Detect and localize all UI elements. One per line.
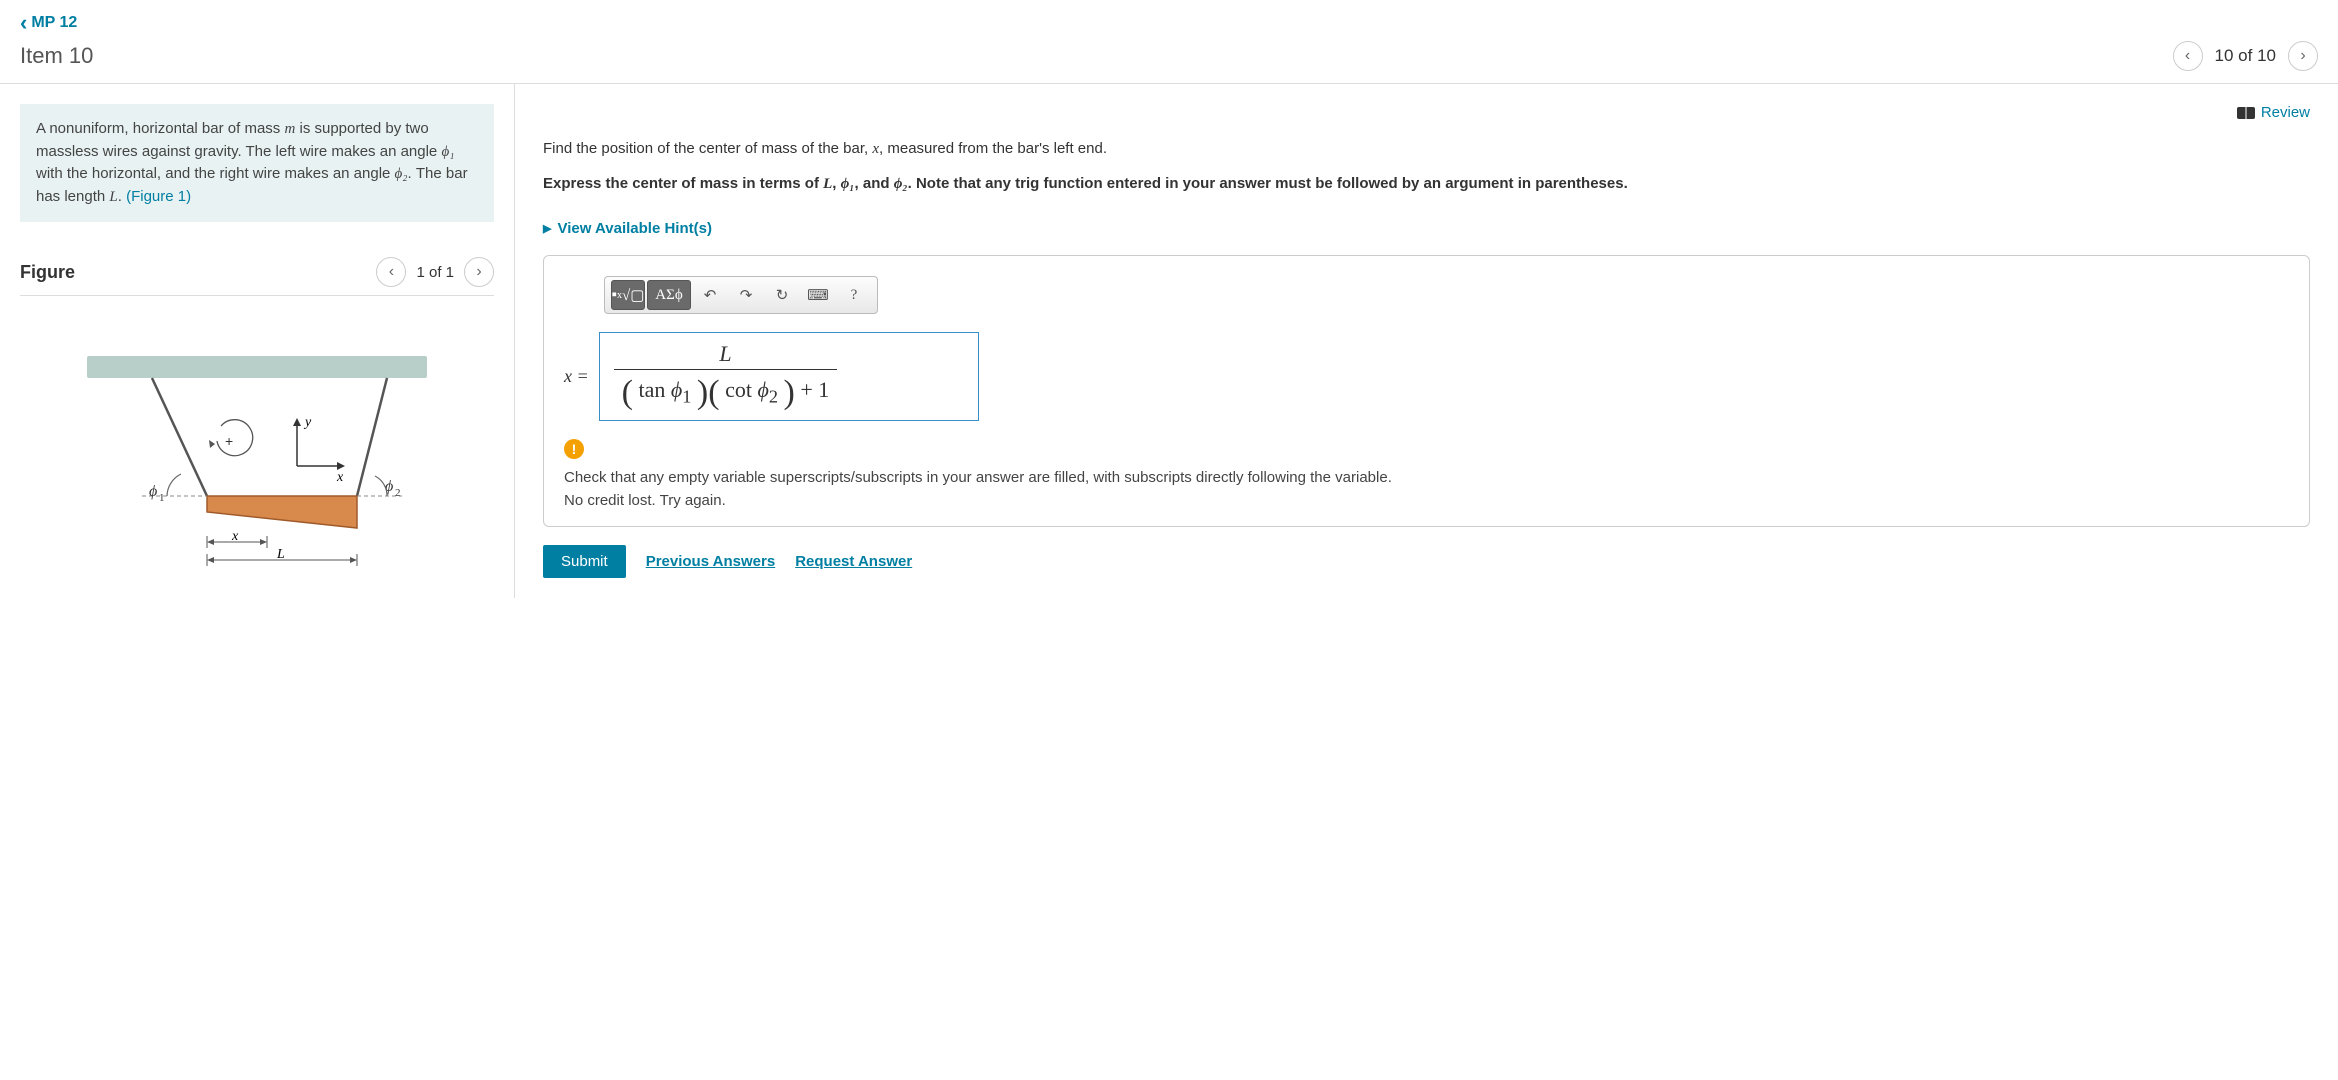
L-symbol: L bbox=[109, 189, 117, 205]
prompt-text: , bbox=[832, 175, 840, 192]
answer-label: x = bbox=[564, 366, 589, 387]
item-bar: Item 10 ‹ 10 of 10 › bbox=[0, 41, 2338, 84]
svg-text:x: x bbox=[231, 529, 239, 544]
phi-var: ϕ bbox=[757, 377, 768, 402]
numerator: L bbox=[614, 341, 838, 369]
phi2-symbol: ϕ₂ bbox=[395, 166, 408, 182]
prompt-line-2: Express the center of mass in terms of L… bbox=[543, 172, 2310, 196]
review-link[interactable]: Review bbox=[2237, 104, 2310, 121]
template-button[interactable]: ▪x√▢ bbox=[611, 280, 645, 310]
svg-text:ϕ: ϕ bbox=[149, 483, 157, 500]
reset-button[interactable]: ↻ bbox=[765, 280, 799, 310]
figure-link[interactable]: (Figure 1) bbox=[126, 188, 191, 205]
flag-icon bbox=[2237, 107, 2255, 119]
problem-text: with the horizontal, and the right wire … bbox=[36, 165, 395, 182]
svg-text:+: + bbox=[225, 433, 233, 449]
mass-symbol: m bbox=[284, 121, 295, 137]
feedback-line-2: No credit lost. Try again. bbox=[564, 490, 2289, 513]
help-button[interactable]: ? bbox=[837, 280, 871, 310]
prev-figure-button[interactable]: ‹ bbox=[376, 257, 406, 287]
prev-item-button[interactable]: ‹ bbox=[2173, 41, 2203, 71]
prompt-text: Express the center of mass in terms of bbox=[543, 175, 823, 192]
redo-button[interactable]: ↷ bbox=[729, 280, 763, 310]
phi1-symbol: ϕ₁ bbox=[441, 144, 454, 160]
item-position: 10 of 10 bbox=[2215, 46, 2276, 66]
item-nav: ‹ 10 of 10 › bbox=[2173, 41, 2318, 71]
back-link[interactable]: MP 12 bbox=[20, 10, 77, 36]
denominator: ( tan ϕ1 )( cot ϕ2 ) + 1 bbox=[614, 369, 838, 412]
figure-position: 1 of 1 bbox=[416, 264, 454, 281]
actions-row: Submit Previous Answers Request Answer bbox=[543, 545, 2310, 578]
answer-box: ▪x√▢ ΑΣϕ ↶ ↷ ↻ ⌨ ? x = L ( tan ϕ1 bbox=[543, 255, 2310, 527]
prompt-text: , and bbox=[855, 175, 894, 192]
svg-text:2: 2 bbox=[395, 487, 401, 499]
right-column: Review Find the position of the center o… bbox=[515, 84, 2338, 598]
tail-text: + 1 bbox=[795, 377, 829, 402]
greek-button[interactable]: ΑΣϕ bbox=[647, 280, 691, 310]
next-item-button[interactable]: › bbox=[2288, 41, 2318, 71]
phi2-symbol: ϕ₂ bbox=[894, 176, 908, 192]
tan-text: tan bbox=[638, 377, 665, 402]
item-title: Item 10 bbox=[20, 43, 93, 69]
request-answer-link[interactable]: Request Answer bbox=[795, 553, 912, 570]
submit-button[interactable]: Submit bbox=[543, 545, 626, 578]
feedback: ! Check that any empty variable superscr… bbox=[564, 439, 2289, 512]
problem-text: A nonuniform, horizontal bar of mass bbox=[36, 120, 284, 137]
prompt-line-1: Find the position of the center of mass … bbox=[543, 138, 2310, 161]
answer-input[interactable]: L ( tan ϕ1 )( cot ϕ2 ) + 1 bbox=[599, 332, 979, 421]
phi1-symbol: ϕ₁ bbox=[841, 176, 855, 192]
next-figure-button[interactable]: › bbox=[464, 257, 494, 287]
cot-text: cot bbox=[725, 377, 752, 402]
figure-image: ϕ 1 ϕ 2 y x + bbox=[20, 336, 494, 576]
L-symbol: L bbox=[823, 176, 832, 192]
problem-statement: A nonuniform, horizontal bar of mass m i… bbox=[20, 104, 494, 222]
left-column: A nonuniform, horizontal bar of mass m i… bbox=[0, 84, 515, 598]
previous-answers-link[interactable]: Previous Answers bbox=[646, 553, 776, 570]
prompt-text: . Note that any trig function entered in… bbox=[908, 175, 1628, 192]
undo-button[interactable]: ↶ bbox=[693, 280, 727, 310]
keyboard-button[interactable]: ⌨ bbox=[801, 280, 835, 310]
problem-text: . bbox=[118, 188, 126, 205]
feedback-line-1: Check that any empty variable superscrip… bbox=[564, 467, 2289, 490]
phi-sub: 2 bbox=[769, 386, 778, 406]
phi-sub: 1 bbox=[682, 386, 691, 406]
prompt-text: Find the position of the center of mass … bbox=[543, 140, 872, 157]
hints-toggle[interactable]: View Available Hint(s) bbox=[543, 220, 712, 237]
svg-text:y: y bbox=[303, 415, 312, 430]
alert-icon: ! bbox=[564, 439, 584, 459]
review-label: Review bbox=[2261, 104, 2310, 121]
phi-var: ϕ bbox=[671, 377, 682, 402]
equation-toolbar: ▪x√▢ ΑΣϕ ↶ ↷ ↻ ⌨ ? bbox=[604, 276, 878, 314]
svg-text:1: 1 bbox=[159, 492, 165, 504]
svg-text:L: L bbox=[276, 547, 285, 562]
figure-nav: ‹ 1 of 1 › bbox=[376, 257, 494, 287]
prompt-text: , measured from the bar's left end. bbox=[879, 140, 1107, 157]
svg-text:x: x bbox=[336, 470, 344, 485]
figure-title: Figure bbox=[20, 262, 75, 283]
